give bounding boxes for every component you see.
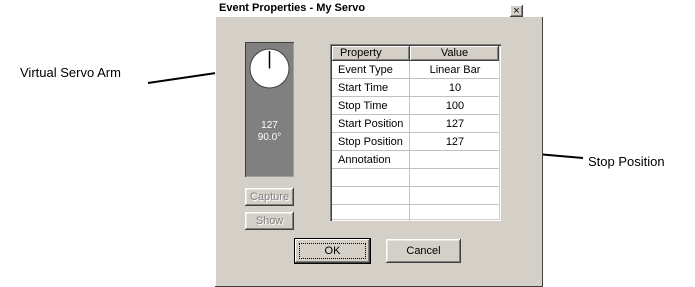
property-cell: Stop Position: [332, 133, 410, 151]
close-button[interactable]: ×: [510, 5, 523, 17]
column-header-value[interactable]: Value: [410, 46, 499, 61]
value-cell[interactable]: 127: [411, 133, 499, 151]
servo-position-value: 127: [261, 120, 278, 131]
value-cell[interactable]: [411, 169, 499, 187]
show-button[interactable]: Show: [245, 212, 294, 230]
table-row[interactable]: [332, 205, 499, 221]
annotation-stop-position-label: Stop Position: [588, 154, 665, 169]
property-cell: Start Position: [332, 115, 410, 133]
table-row[interactable]: [332, 187, 499, 205]
property-table: Property Value Event Type Linear Bar Sta…: [330, 44, 501, 221]
property-cell: Stop Time: [332, 97, 410, 115]
property-cell: [332, 205, 410, 221]
table-row[interactable]: Stop Position 127: [332, 133, 499, 151]
column-header-property[interactable]: Property: [332, 46, 410, 61]
property-cell: Annotation: [332, 151, 410, 169]
annotation-servo-arm-label: Virtual Servo Arm: [20, 65, 121, 80]
value-cell[interactable]: 10: [411, 79, 499, 97]
dialog-title: Event Properties - My Servo: [219, 2, 366, 14]
value-cell[interactable]: 100: [411, 97, 499, 115]
value-cell[interactable]: 127: [411, 115, 499, 133]
focus-rectangle: [299, 243, 366, 259]
close-icon: ×: [513, 5, 520, 17]
capture-button[interactable]: Capture: [245, 188, 294, 206]
cancel-button[interactable]: Cancel: [386, 239, 461, 263]
event-properties-dialog: Event Properties - My Servo × 127 90.0° …: [215, 1, 543, 287]
property-cell: Event Type: [332, 61, 410, 79]
table-row[interactable]: [332, 169, 499, 187]
virtual-servo-panel: 127 90.0°: [245, 42, 294, 177]
property-cell: [332, 187, 410, 205]
table-row[interactable]: Annotation: [332, 151, 499, 169]
servo-arm-dial[interactable]: [249, 48, 290, 89]
value-cell[interactable]: [411, 151, 499, 169]
value-cell[interactable]: [411, 187, 499, 205]
property-cell: [332, 169, 410, 187]
table-row[interactable]: Event Type Linear Bar: [332, 61, 499, 79]
table-row[interactable]: Start Position 127: [332, 115, 499, 133]
table-row[interactable]: Start Time 10: [332, 79, 499, 97]
table-row[interactable]: Stop Time 100: [332, 97, 499, 115]
property-cell: Start Time: [332, 79, 410, 97]
value-cell[interactable]: [411, 205, 499, 221]
ok-button[interactable]: OK: [295, 239, 370, 263]
value-cell[interactable]: Linear Bar: [411, 61, 499, 79]
servo-angle-value: 90.0°: [257, 132, 282, 143]
title-bar[interactable]: Event Properties - My Servo ×: [215, 1, 543, 17]
